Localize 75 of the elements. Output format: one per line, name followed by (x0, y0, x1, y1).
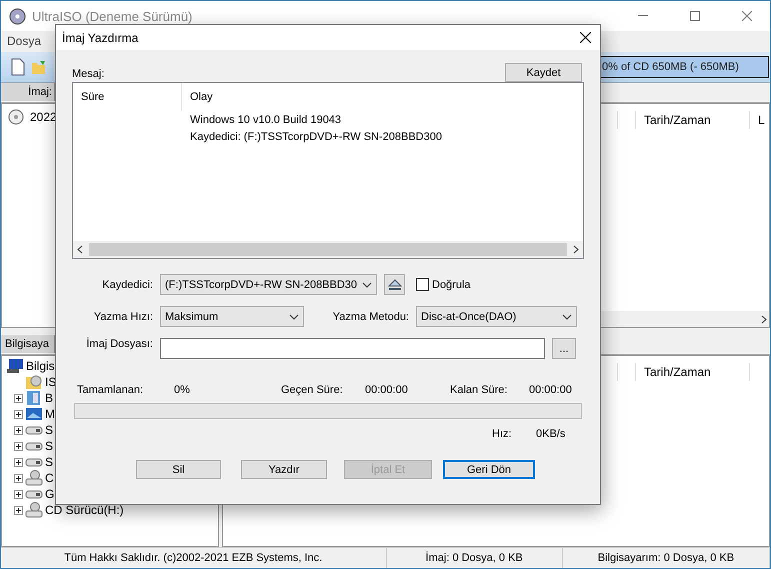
save-button[interactable]: Kaydet (505, 63, 582, 82)
book-icon (25, 390, 43, 406)
dropdown-caret-icon (562, 314, 572, 320)
verify-label: Doğrula (432, 278, 471, 290)
desktop-icon (25, 406, 43, 422)
image-file-label: İmaj Dosyası: (85, 338, 154, 350)
speed-rate-label: Hız: (492, 428, 513, 440)
log-event: Kaydedici: (F:)TSSTcorpDVD+-RW SN-208BBD300 (189, 130, 442, 142)
elapsed-value: 00:00:00 (365, 384, 409, 396)
image-header[interactable]: İmaj: (1, 82, 55, 101)
expand-toggle[interactable] (14, 442, 23, 451)
method-label: Yazma Metodu: (332, 310, 410, 322)
close-icon (580, 32, 590, 43)
completed-value: 0% (174, 384, 191, 396)
log-event: Windows 10 v10.0 Build 19043 (189, 114, 342, 126)
computer-icon (6, 358, 24, 374)
dialog-button[interactable]: Geri Dön (443, 460, 535, 479)
remaining-label: Kalan Süre: (450, 384, 508, 396)
remaining-value: 00:00:00 (529, 384, 573, 396)
method-select[interactable]: Disc-at-Once(DAO) (416, 306, 577, 327)
tree-item[interactable]: Bilgis (26, 359, 55, 374)
column-header[interactable]: L (749, 110, 769, 129)
expand-toggle[interactable] (14, 394, 23, 403)
column-header[interactable]: Olay (182, 83, 583, 111)
image-item[interactable]: 2022 (30, 110, 57, 124)
tree-item[interactable]: S (45, 439, 54, 454)
cd-drive-icon (25, 502, 43, 518)
new-file-icon[interactable] (11, 58, 25, 76)
close-icon (742, 11, 752, 21)
tree-item[interactable]: S (45, 455, 54, 470)
dialog-button[interactable]: Yazdır (241, 460, 327, 479)
column-header[interactable]: Tarih/Zaman (635, 363, 749, 382)
status-text: Tüm Hakkı Saklıdır. (c)2002-2021 EZB Systems, Inc. (1, 548, 386, 568)
tree-item[interactable]: B (45, 391, 54, 406)
disc-logo-icon (9, 8, 26, 24)
status-text: Bilgisayarım: 0 Dosya, 0 KB (562, 548, 770, 568)
column-header[interactable]: Tarih/Zaman (635, 110, 749, 129)
disc-icon (8, 108, 24, 125)
dialog-button[interactable]: Sil (136, 460, 221, 479)
eject-icon (388, 278, 402, 290)
tree-item[interactable]: C (45, 471, 54, 486)
tree-item[interactable]: G (45, 487, 54, 502)
recorder-label: Kaydedici: (101, 278, 154, 290)
speed-select[interactable]: Maksimum (160, 306, 304, 327)
minimize-icon (638, 15, 648, 17)
status-text: İmaj: 0 Dosya, 0 KB (386, 548, 563, 568)
menu-item[interactable]: Dosya (7, 34, 42, 48)
column-header[interactable]: Süre (73, 83, 182, 111)
cd-drive-icon (25, 470, 43, 486)
computer-header[interactable]: Bilgisaya (1, 335, 55, 354)
image-file-field[interactable] (160, 338, 545, 359)
expand-toggle[interactable] (14, 490, 23, 499)
completed-label: Tamamlanan: (77, 384, 144, 396)
speed-rate-value: 0KB/s (536, 428, 566, 440)
maximize-icon (690, 11, 700, 21)
elapsed-label: Geçen Süre: (281, 384, 344, 396)
tree-item[interactable]: S (45, 423, 54, 438)
expand-toggle[interactable] (14, 474, 23, 483)
eject-button[interactable] (384, 274, 405, 295)
tree-item[interactable]: M (45, 407, 55, 422)
expand-toggle[interactable] (14, 410, 23, 419)
verify-checkbox[interactable] (416, 278, 429, 291)
message-label: Mesaj: (72, 68, 104, 80)
browse-button[interactable]: ... (552, 338, 576, 359)
dropdown-caret-icon (362, 282, 372, 288)
expand-toggle[interactable] (14, 426, 23, 435)
expand-toggle[interactable] (14, 458, 23, 467)
recorder-select[interactable]: (F:)TSSTcorpDVD+-RW SN-208BBD30 (160, 274, 377, 295)
window-title: UltraISO (Deneme Sürümü) (32, 8, 194, 24)
horizontal-scrollbar[interactable] (73, 241, 583, 258)
speed-label: Yazma Hızı: (92, 310, 154, 322)
dropdown-caret-icon (289, 314, 299, 320)
tree-item[interactable]: CD Sürücü(H:) (45, 503, 124, 518)
expand-toggle[interactable] (14, 506, 23, 515)
dialog-title: İmaj Yazdırma (62, 30, 140, 44)
